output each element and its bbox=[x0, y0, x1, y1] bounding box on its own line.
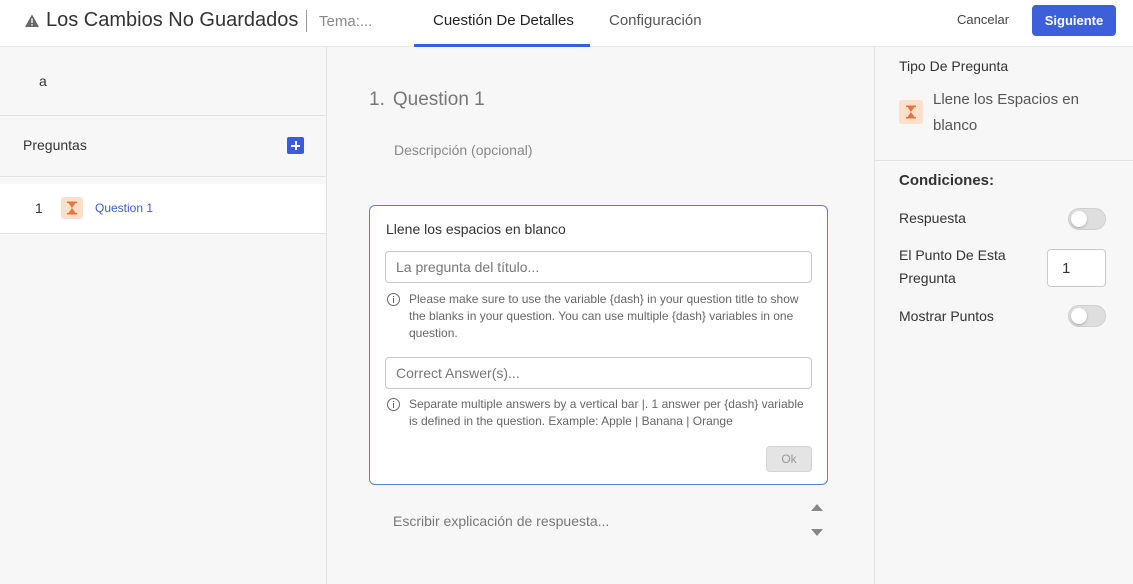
topic-name[interactable]: a bbox=[39, 73, 47, 89]
scroll-down-arrow-icon[interactable] bbox=[811, 529, 823, 536]
tab-configuration[interactable]: Configuración bbox=[609, 12, 702, 29]
info-icon bbox=[387, 293, 400, 306]
ok-button[interactable]: Ok bbox=[766, 446, 812, 472]
card-title: Llene los espacios en blanco bbox=[386, 221, 566, 237]
title-divider bbox=[306, 10, 307, 32]
answer-hint: Separate multiple answers by a vertical … bbox=[387, 396, 812, 430]
next-button[interactable]: Siguiente bbox=[1032, 5, 1116, 36]
question-number-label: 1. bbox=[369, 89, 385, 110]
hourglass-icon bbox=[61, 197, 83, 219]
correct-answers-input[interactable] bbox=[386, 358, 811, 388]
top-bar: Los Cambios No Guardados Tema:... Cuesti… bbox=[0, 0, 1133, 47]
settings-panel: Tipo De Pregunta Llene los Espacios en b… bbox=[874, 47, 1133, 584]
show-points-label: Mostrar Puntos bbox=[899, 308, 994, 324]
answer-input-wrapper bbox=[385, 357, 812, 389]
hourglass-icon bbox=[899, 100, 923, 124]
points-label: El Punto De Esta Pregunta bbox=[899, 247, 1006, 286]
question-number: 1 bbox=[35, 200, 43, 216]
questions-sidebar: a Preguntas 1 Question 1 bbox=[0, 47, 327, 584]
questions-heading: Preguntas bbox=[23, 137, 87, 153]
question-type-heading: Tipo De Pregunta bbox=[899, 58, 1009, 74]
question-type-name: Llene los Espacios en blanco bbox=[933, 91, 1079, 134]
page-title: Los Cambios No Guardados bbox=[46, 9, 299, 31]
add-question-button[interactable] bbox=[287, 137, 304, 154]
question-title-input[interactable] bbox=[386, 252, 811, 282]
answer-toggle-label: Respuesta bbox=[899, 210, 966, 226]
answer-hint-text: Separate multiple answers by a vertical … bbox=[409, 397, 804, 428]
divider bbox=[0, 176, 326, 177]
description-field[interactable]: Descripción (opcional) bbox=[394, 142, 533, 158]
scroll-up-arrow-icon[interactable] bbox=[811, 504, 823, 511]
divider bbox=[875, 160, 1133, 161]
tab-question-details[interactable]: Cuestión De Detalles bbox=[433, 12, 574, 29]
points-input-wrapper bbox=[1047, 249, 1106, 287]
question-title-text: Question 1 bbox=[392, 89, 485, 110]
divider bbox=[0, 115, 326, 116]
theme-selector[interactable]: Tema:... bbox=[319, 13, 372, 30]
cancel-button[interactable]: Cancelar bbox=[957, 12, 1009, 27]
title-hint-text: Please make sure to use the variable {da… bbox=[409, 292, 799, 340]
title-input-wrapper bbox=[385, 251, 812, 283]
fill-blanks-card: Llene los espacios en blanco Please make… bbox=[369, 205, 828, 485]
answer-explanation-field[interactable]: Escribir explicación de respuesta... bbox=[393, 513, 609, 529]
question-title-heading[interactable]: 1. Question 1 bbox=[369, 89, 485, 111]
warning-icon bbox=[25, 14, 39, 27]
answer-toggle[interactable] bbox=[1068, 208, 1106, 230]
title-hint: Please make sure to use the variable {da… bbox=[387, 291, 812, 342]
info-icon bbox=[387, 398, 400, 411]
show-points-toggle[interactable] bbox=[1068, 305, 1106, 327]
conditions-heading: Condiciones: bbox=[899, 172, 995, 189]
question-list-title: Question 1 bbox=[95, 201, 154, 215]
question-list-item[interactable]: 1 Question 1 bbox=[0, 184, 326, 234]
question-editor: 1. Question 1 Descripción (opcional) Llen… bbox=[327, 47, 874, 584]
points-input[interactable] bbox=[1048, 250, 1105, 286]
